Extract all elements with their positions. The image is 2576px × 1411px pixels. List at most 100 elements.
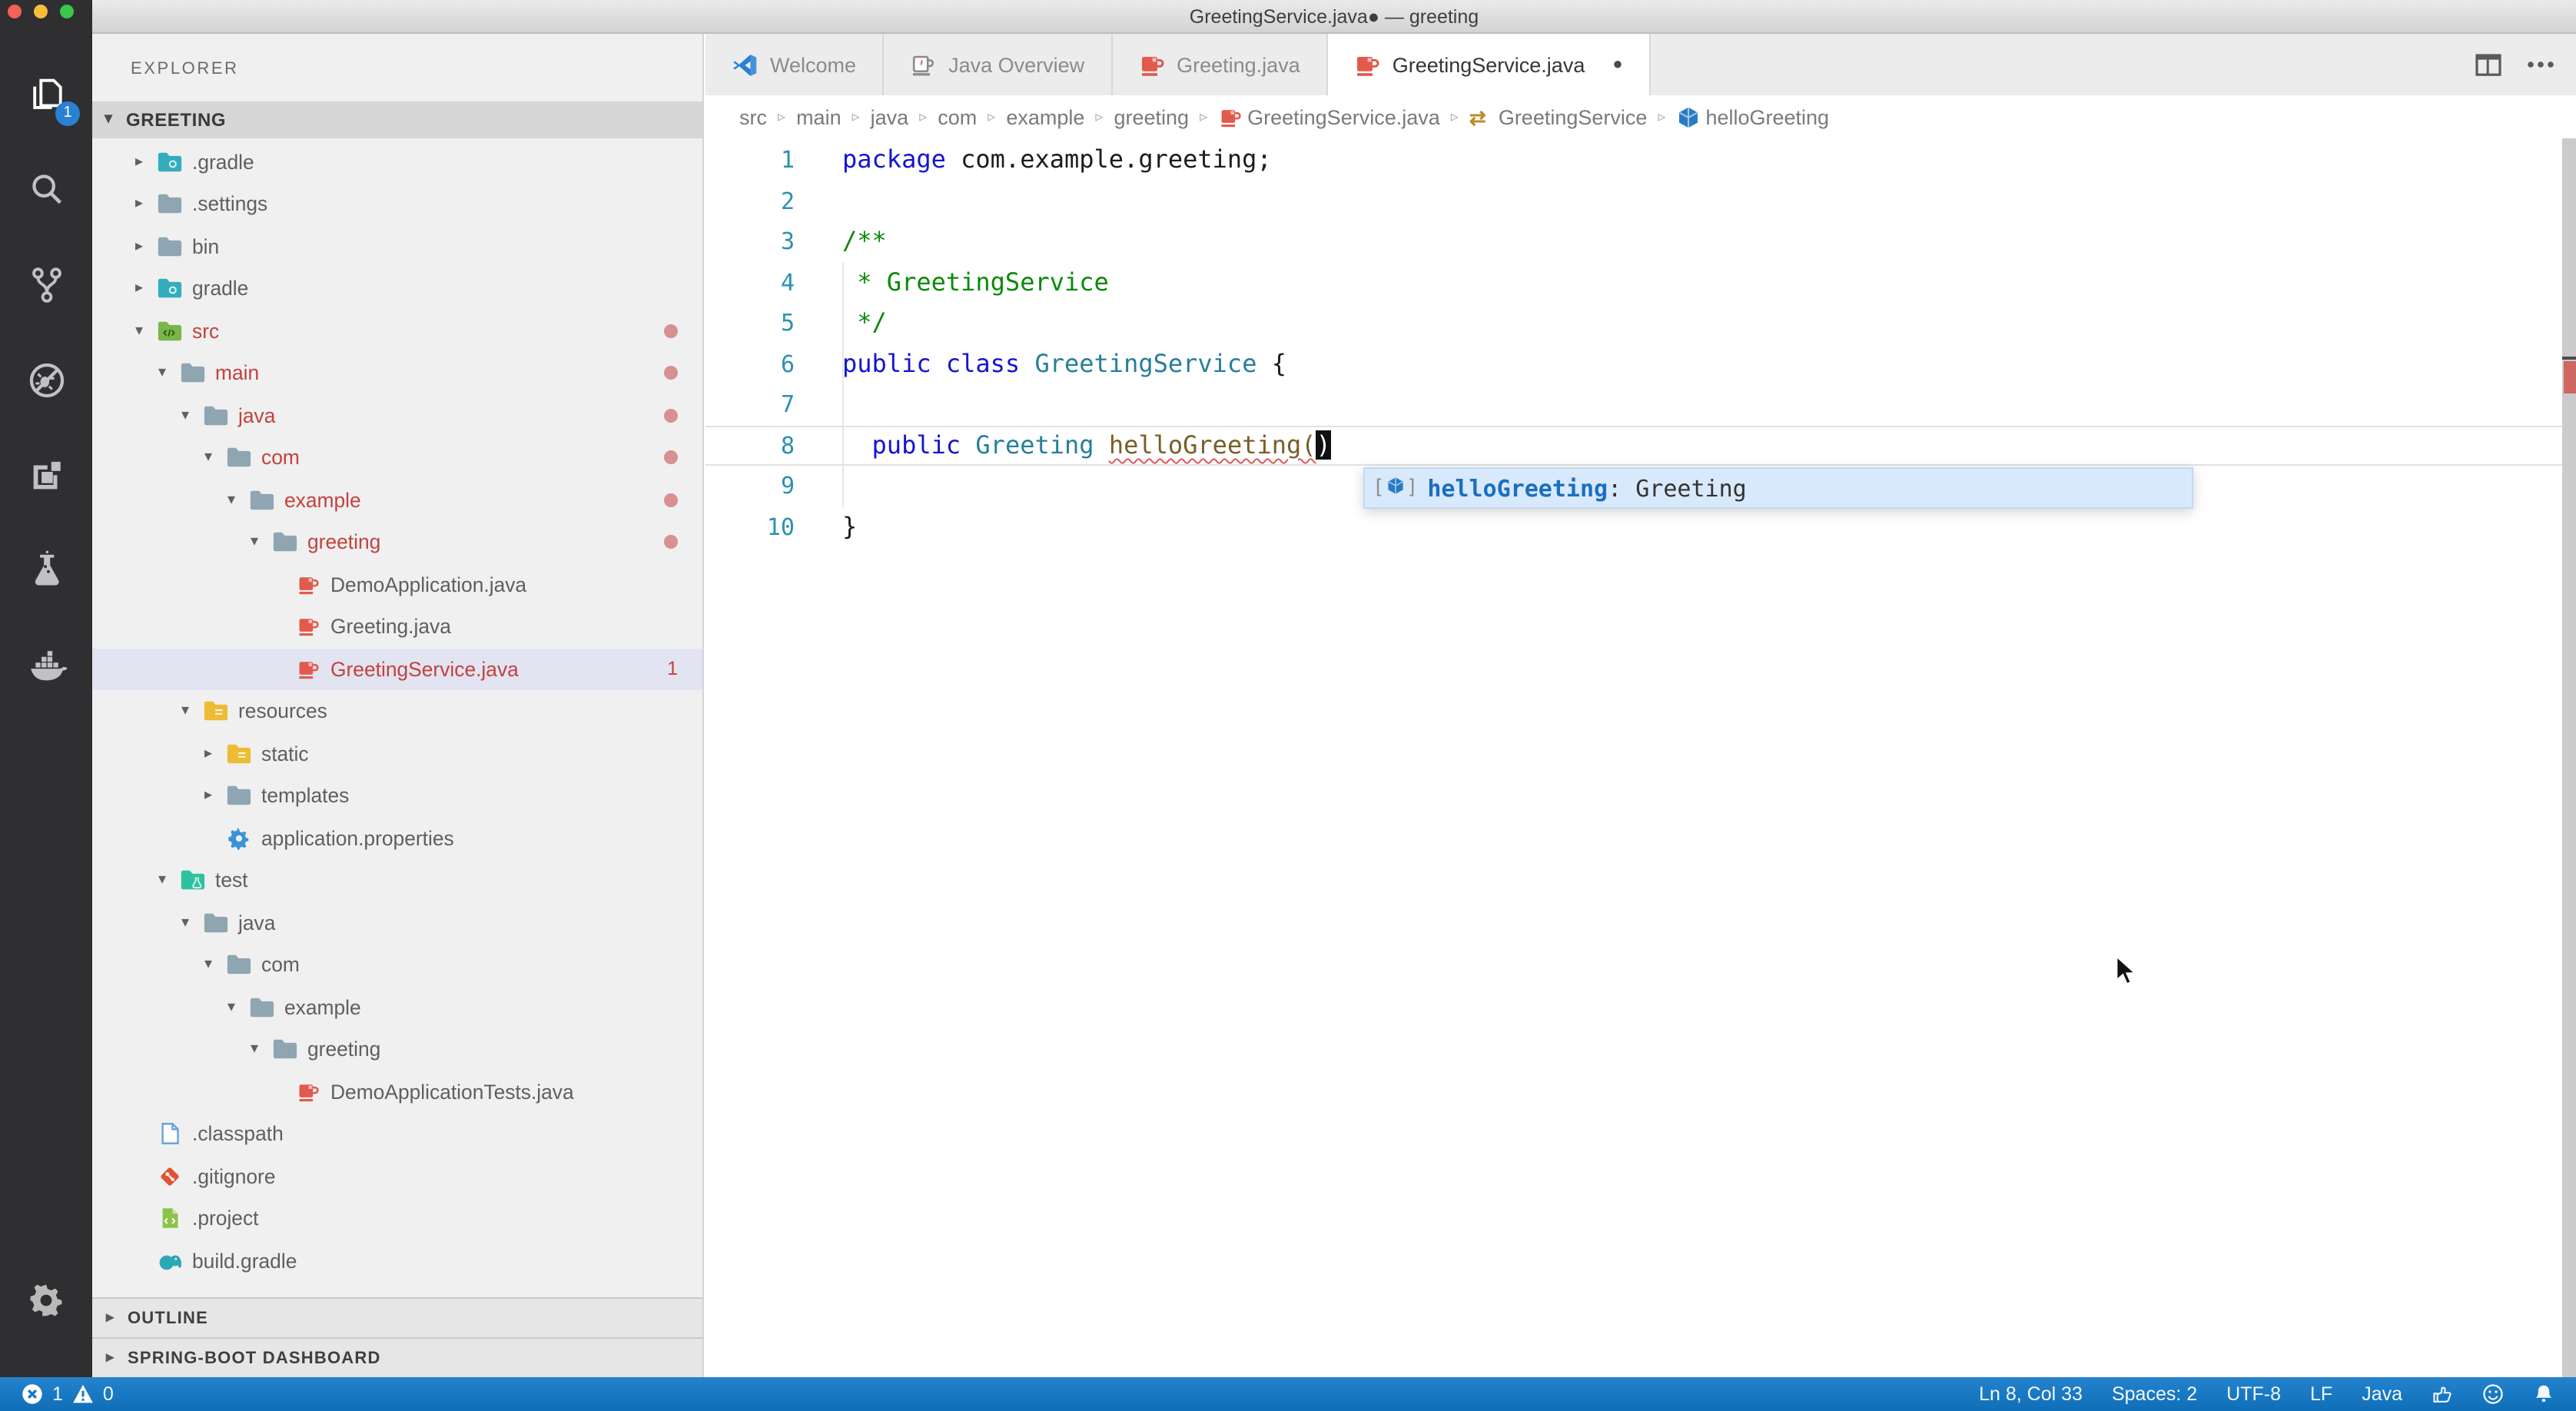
line-number[interactable]: 10	[705, 506, 795, 547]
more-actions-icon[interactable]	[2527, 60, 2554, 69]
tree-row-gradle[interactable]: ▸ gradle	[92, 267, 702, 310]
thumbs-up-icon[interactable]	[2432, 1383, 2453, 1405]
tab-greetingservice-java[interactable]: GreetingService.java ●	[1327, 34, 1651, 95]
line-number[interactable]: 1	[705, 140, 795, 181]
tree-row-test[interactable]: ▾ test	[92, 859, 702, 901]
code-line-7[interactable]: 7	[705, 384, 2562, 425]
tree-row-templates[interactable]: ▸ templates	[92, 775, 702, 817]
tree-row-build-gradle[interactable]: build.gradle	[92, 1240, 702, 1282]
tree-row-resources[interactable]: ▾ resources	[92, 690, 702, 732]
tree-row-example[interactable]: ▾ example	[92, 479, 702, 521]
overview-ruler[interactable]	[2562, 138, 2576, 1377]
chevron-down-icon: ▾	[204, 449, 213, 466]
tree-row-greeting-java[interactable]: Greeting.java	[92, 606, 702, 648]
line-number[interactable]: 4	[705, 262, 795, 303]
status-item-spaces-2[interactable]: Spaces: 2	[2112, 1383, 2197, 1405]
breadcrumb-separator-icon: ▹	[988, 108, 996, 125]
tree-row--classpath[interactable]: .classpath	[92, 1113, 702, 1155]
tree-row--gradle[interactable]: ▸ .gradle	[92, 141, 702, 183]
test-folder-icon	[178, 868, 206, 893]
line-number[interactable]: 9	[705, 466, 795, 506]
breadcrumb-item[interactable]: src	[739, 105, 767, 128]
suggest-widget-item[interactable]: [] helloGreeting : Greeting	[1363, 467, 2193, 509]
tree-row--project[interactable]: .project	[92, 1197, 702, 1240]
line-number[interactable]: 8	[705, 427, 795, 464]
breadcrumb-item[interactable]: helloGreeting	[1676, 105, 1829, 128]
tree-row-application-properties[interactable]: application.properties	[92, 817, 702, 859]
tab-welcome[interactable]: Welcome	[705, 34, 885, 95]
method-symbol-icon	[1676, 105, 1699, 128]
tab-java-overview[interactable]: Java Overview	[884, 34, 1113, 95]
status-bar: 1 0 Ln 8, Col 33 Spaces: 2 UTF-8 LF Java	[0, 1377, 2576, 1411]
code-line-5[interactable]: 5 */	[705, 303, 2562, 344]
springboot-dashboard-section-header[interactable]: ▸ SPRING-BOOT DASHBOARD	[92, 1337, 702, 1377]
zoom-button[interactable]	[60, 5, 74, 18]
tree-row-demoapplication-java[interactable]: DemoApplication.java	[92, 563, 702, 606]
tree-row-java[interactable]: ▾ java	[92, 394, 702, 437]
settings-gear-button[interactable]	[0, 1280, 92, 1328]
activity-item-source-control[interactable]	[0, 237, 92, 332]
outline-section-header[interactable]: ▸ OUTLINE	[92, 1297, 702, 1337]
minimize-button[interactable]	[34, 5, 48, 18]
code-line-3[interactable]: 3 /**	[705, 221, 2562, 262]
modified-dot	[664, 366, 678, 380]
tree-row-java[interactable]: ▾ java	[92, 901, 702, 944]
smiley-icon[interactable]	[2482, 1383, 2504, 1405]
problems-indicator[interactable]: 1 0	[0, 1383, 114, 1405]
breadcrumb-item[interactable]: example	[1006, 105, 1084, 128]
tab-greeting-java[interactable]: Greeting.java	[1112, 34, 1328, 95]
tree-row-example[interactable]: ▾ example	[92, 986, 702, 1028]
code-line-4[interactable]: 4 * GreetingService	[705, 262, 2562, 303]
close-button[interactable]	[8, 5, 22, 18]
src-folder-icon	[155, 319, 183, 344]
status-item-lf[interactable]: LF	[2310, 1383, 2332, 1405]
chevron-down-icon: ▾	[135, 322, 144, 339]
breadcrumb-item[interactable]: greeting	[1114, 105, 1189, 128]
tree-row-com[interactable]: ▾ com	[92, 944, 702, 986]
tab-bar-actions	[2475, 34, 2576, 95]
status-item-java[interactable]: Java	[2362, 1383, 2402, 1405]
breadcrumb-item[interactable]: GreetingService.java	[1218, 105, 1440, 128]
tree-row--gitignore[interactable]: .gitignore	[92, 1155, 702, 1197]
activity-item-files[interactable]: 1	[0, 46, 92, 141]
bell-icon[interactable]	[2533, 1383, 2554, 1405]
code-line-10[interactable]: 10}	[705, 506, 2562, 547]
code-line-6[interactable]: 6 public class GreetingService {	[705, 344, 2562, 384]
tree-row-static[interactable]: ▸ static	[92, 732, 702, 775]
activity-item-extensions[interactable]	[0, 427, 92, 523]
tree-row--settings[interactable]: ▸ .settings	[92, 183, 702, 225]
tree-row-bin[interactable]: ▸ bin	[92, 225, 702, 267]
line-number[interactable]: 6	[705, 344, 795, 384]
code-line-8[interactable]: 8 public Greeting helloGreeting()	[705, 425, 2562, 466]
activity-item-search[interactable]	[0, 141, 92, 237]
line-number[interactable]: 7	[705, 384, 795, 425]
modified-dot	[664, 535, 678, 549]
status-item-utf-8[interactable]: UTF-8	[2226, 1383, 2281, 1405]
activity-item-debug[interactable]	[0, 332, 92, 427]
tree-row-greeting[interactable]: ▾ greeting	[92, 1028, 702, 1071]
code-editor[interactable]: 1 package com.example.greeting; 2 3 /** 4 * G…	[705, 138, 2562, 1377]
tree-row-demoapplicationtests-java[interactable]: DemoApplicationTests.java	[92, 1071, 702, 1113]
breadcrumb-item[interactable]: java	[871, 105, 909, 128]
workspace-section-header[interactable]: ▾ GREETING	[92, 101, 702, 138]
code-line-1[interactable]: 1 package com.example.greeting;	[705, 140, 2562, 181]
split-editor-icon[interactable]	[2475, 51, 2502, 78]
status-item-ln-8-col-33[interactable]: Ln 8, Col 33	[1979, 1383, 2083, 1405]
workspace-name: GREETING	[126, 109, 227, 131]
breadcrumb-item[interactable]: ⇄ GreetingService	[1469, 105, 1648, 128]
activity-item-docker[interactable]	[0, 618, 92, 713]
tree-row-greetingservice-java[interactable]: GreetingService.java 1	[92, 648, 702, 690]
tree-label: .classpath	[192, 1122, 284, 1145]
tree-row-src[interactable]: ▾ src	[92, 310, 702, 352]
line-number[interactable]: 5	[705, 303, 795, 344]
activity-item-test[interactable]	[0, 523, 92, 618]
breadcrumb-item[interactable]: com	[938, 105, 977, 128]
tree-row-com[interactable]: ▾ com	[92, 437, 702, 479]
line-number[interactable]: 2	[705, 181, 795, 221]
tree-row-greeting[interactable]: ▾ greeting	[92, 521, 702, 563]
line-number[interactable]: 3	[705, 221, 795, 262]
tree-row-main[interactable]: ▾ main	[92, 352, 702, 394]
breadcrumb-item[interactable]: main	[796, 105, 842, 128]
tree-label: example	[284, 995, 361, 1018]
code-line-2[interactable]: 2	[705, 181, 2562, 221]
